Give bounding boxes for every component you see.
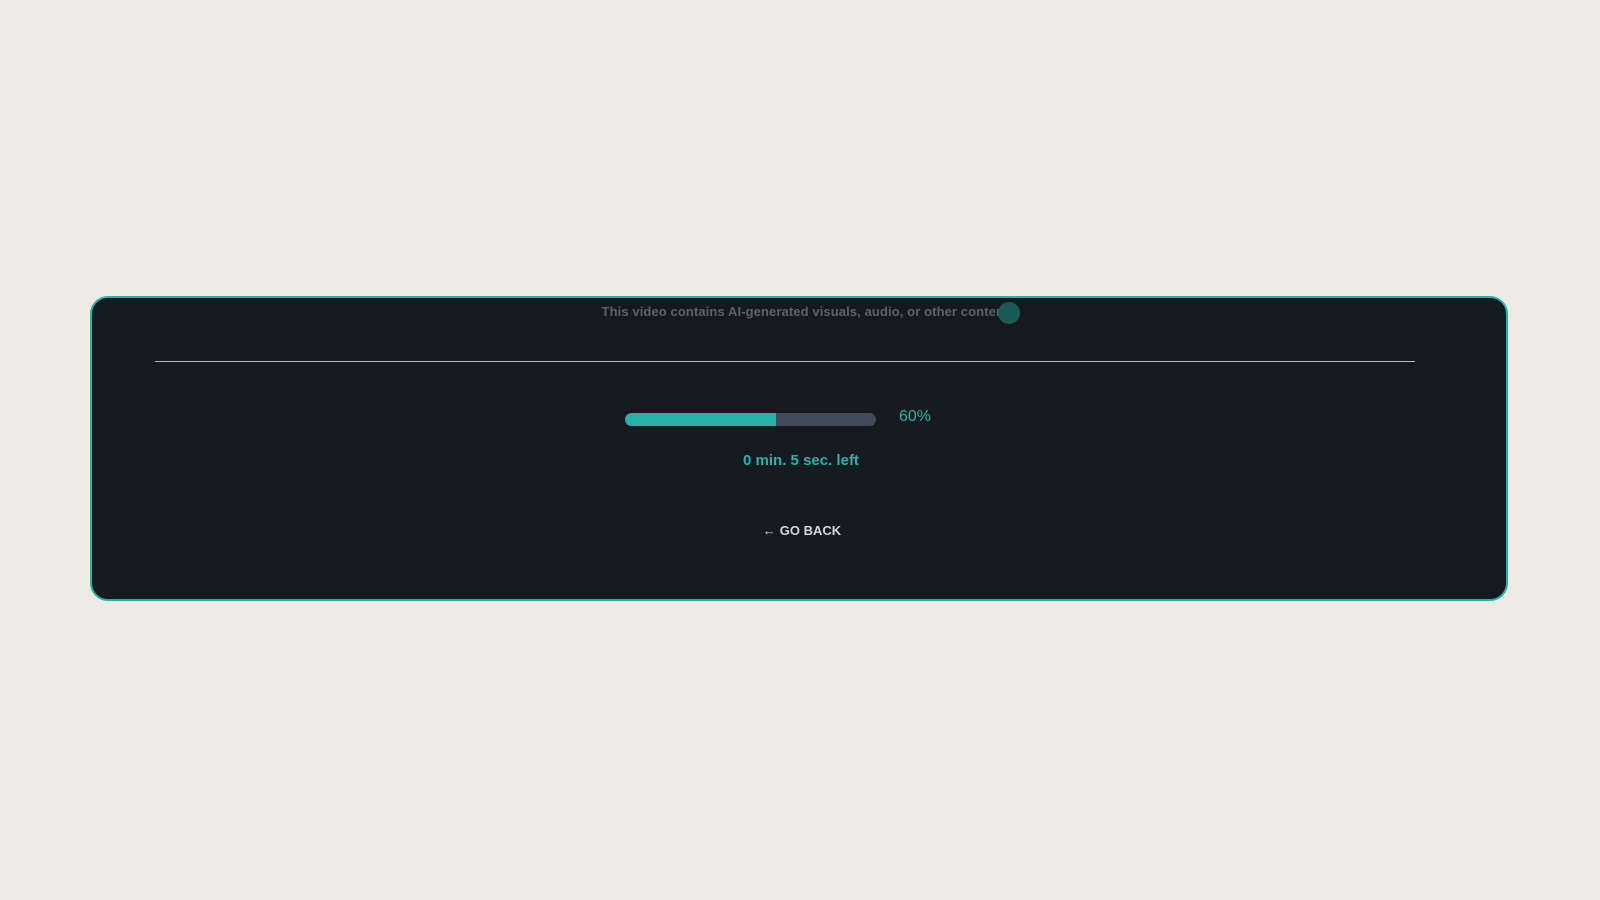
divider xyxy=(155,361,1415,362)
progress-percent: 60% xyxy=(899,408,932,425)
progress-bar xyxy=(625,413,876,426)
ai-content-notice: This video contains AI-generated visuals… xyxy=(601,304,1009,319)
arrow-left-icon: ← xyxy=(762,522,776,538)
cursor-dot-icon xyxy=(998,302,1020,324)
progress-row: 60% xyxy=(92,408,1506,432)
progress-bar-fill xyxy=(625,413,776,426)
go-back-button[interactable]: ← GO BACK xyxy=(732,519,872,541)
upload-progress-panel: This video contains AI-generated visuals… xyxy=(90,296,1508,601)
go-back-label: GO BACK xyxy=(779,522,842,538)
time-remaining: 0 min. 5 sec. left xyxy=(743,452,859,469)
page-background: This video contains AI-generated visuals… xyxy=(0,0,1600,900)
